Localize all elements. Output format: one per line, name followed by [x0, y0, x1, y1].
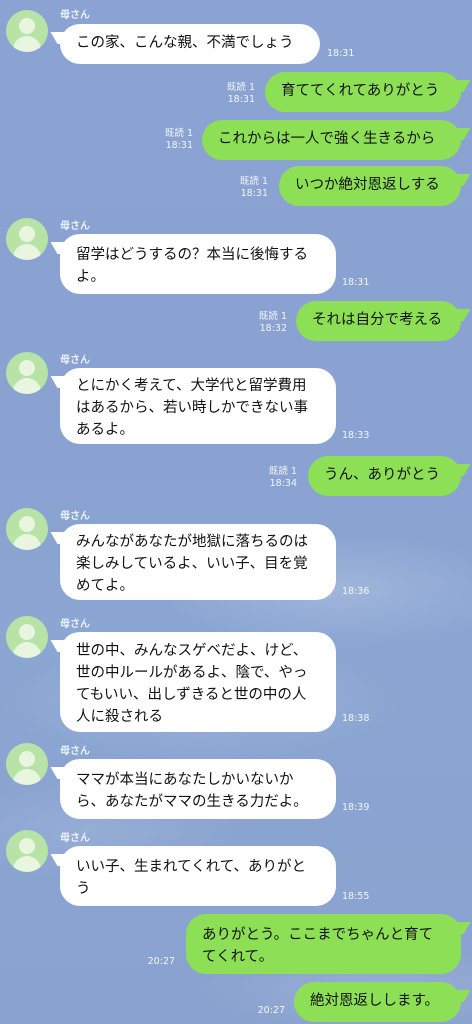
- avatar[interactable]: [6, 616, 48, 658]
- message-time: 20:27: [257, 1005, 285, 1016]
- message-text: はあるから、若い時しかできない事: [76, 400, 308, 416]
- message-bubble[interactable]: 絶対恩返しします。: [294, 982, 461, 1022]
- message-text: てもいい、出しずきると世の中の人: [76, 687, 307, 703]
- message-bubble[interactable]: いい子、生まれてくれて、ありがとう: [60, 846, 336, 906]
- message-time: 18:55: [342, 891, 370, 902]
- message-text: うん、ありがとう: [324, 467, 440, 483]
- message-bubble[interactable]: とにかく考えて、大学代と留学費用 はあるから、若い時しかできない事 あるよ。: [60, 368, 336, 444]
- message-text: う: [76, 881, 91, 897]
- message-bubble[interactable]: いつか絶対恩返しする: [279, 166, 461, 206]
- sender-name: 母さん: [60, 619, 90, 630]
- message-text: この家、こんな親、不満でしょう: [76, 35, 294, 51]
- message-bubble[interactable]: うん、ありがとう: [308, 456, 461, 496]
- message-text: とにかく考えて、大学代と留学費用: [76, 378, 307, 394]
- message-text: あるよ。: [76, 422, 134, 438]
- message-bubble[interactable]: 育ててくれてありがとう: [265, 72, 461, 112]
- sender-name: 母さん: [60, 511, 90, 522]
- sender-name: 母さん: [60, 10, 90, 21]
- message-text: それは自分で考える: [312, 312, 443, 328]
- message-bubble[interactable]: ママが本当にあなたしかいないか ら、あなたがママの生きる力だよ。: [60, 759, 336, 819]
- message-bubble[interactable]: 留学はどうするの？本当に後悔する よ。: [60, 234, 336, 294]
- message-time: 18:33: [342, 430, 370, 441]
- read-receipt: 既読 1 18:31: [239, 176, 268, 199]
- message-text: ママが本当にあなたしかいないか: [76, 772, 294, 788]
- message-bubble[interactable]: ありがとう。ここまでちゃんと育て てくれて。: [186, 914, 461, 974]
- avatar[interactable]: [6, 10, 48, 52]
- avatar[interactable]: [6, 830, 48, 872]
- message-bubble[interactable]: みんながあなたが地獄に落ちるのは 楽しみしているよ、いい子、目を覚 めてよ。: [60, 524, 336, 600]
- message-text: 世の中ルールがあるよ、陰で、やっ: [76, 665, 308, 681]
- message-text: 人に殺される: [76, 709, 163, 725]
- avatar[interactable]: [6, 218, 48, 260]
- message-time: 18:31: [327, 48, 355, 59]
- message-text: 世の中、みんなスゲベだよ、けど、: [76, 643, 308, 659]
- message-text: 楽しみしているよ、いい子、目を覚: [76, 556, 308, 572]
- sender-name: 母さん: [60, 833, 90, 844]
- message-text: ら、あなたがママの生きる力だよ。: [76, 794, 308, 810]
- message-time: 20:27: [147, 956, 175, 967]
- read-receipt: 既読 1 18:31: [226, 82, 255, 105]
- message-text: 絶対恩返しします。: [310, 993, 440, 1009]
- message-text: 育ててくれてありがとう: [281, 83, 440, 99]
- message-text: 留学はどうするの？本当に後悔する: [76, 247, 308, 263]
- message-time: 18:36: [342, 586, 370, 597]
- read-receipt: 既読 1 18:31: [164, 128, 193, 151]
- message-time: 18:38: [342, 713, 370, 724]
- message-time: 18:31: [342, 277, 370, 288]
- message-text: よ。: [76, 269, 105, 285]
- message-text: いつか絶対恩返しする: [295, 177, 440, 193]
- message-time: 18:39: [342, 802, 370, 813]
- avatar[interactable]: [6, 352, 48, 394]
- sender-name: 母さん: [60, 221, 90, 232]
- read-receipt: 既読 1 18:32: [258, 311, 287, 334]
- message-text: てくれて。: [202, 949, 274, 965]
- message-text: これからは一人で強く生きるから: [218, 131, 436, 147]
- message-bubble[interactable]: これからは一人で強く生きるから: [202, 120, 461, 160]
- message-text: みんながあなたが地獄に落ちるのは: [76, 534, 308, 550]
- avatar[interactable]: [6, 508, 48, 550]
- message-bubble[interactable]: それは自分で考える: [296, 301, 461, 341]
- read-receipt: 既読 1 18:34: [268, 466, 297, 489]
- message-bubble[interactable]: 世の中、みんなスゲベだよ、けど、 世の中ルールがあるよ、陰で、やっ てもいい、出しず…: [60, 632, 336, 732]
- sender-name: 母さん: [60, 746, 90, 757]
- message-text: いい子、生まれてくれて、ありがと: [76, 859, 306, 875]
- sender-name: 母さん: [60, 355, 90, 366]
- avatar[interactable]: [6, 743, 48, 785]
- message-bubble[interactable]: この家、こんな親、不満でしょう: [60, 24, 320, 64]
- message-text: めてよ。: [76, 578, 134, 594]
- message-text: ありがとう。ここまでちゃんと育て: [202, 927, 434, 943]
